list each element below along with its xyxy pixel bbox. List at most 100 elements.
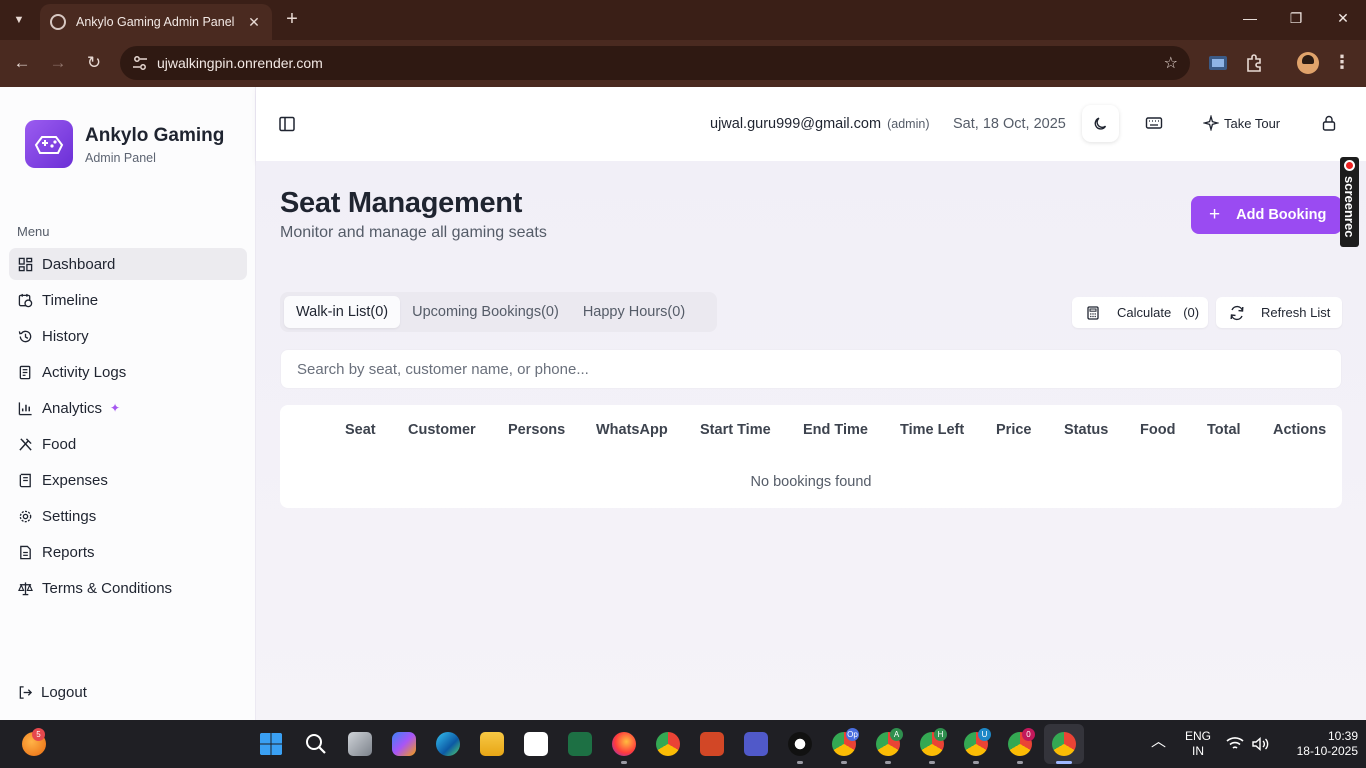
copilot-icon[interactable] [392, 732, 416, 756]
back-button[interactable]: ← [10, 52, 34, 74]
browser-tab[interactable]: Ankylo Gaming Admin Panel ✕ [40, 4, 272, 40]
column-header[interactable]: Time Left [900, 422, 964, 438]
sidebar-item-dashboard[interactable]: Dashboard [9, 248, 247, 280]
column-header[interactable]: Actions [1273, 422, 1326, 438]
running-indicator [1017, 761, 1023, 764]
grid-icon [18, 257, 33, 271]
tab-happy-hours[interactable]: Happy Hours(0) [571, 296, 697, 328]
empty-state-message: No bookings found [750, 474, 872, 490]
history-icon [18, 330, 32, 342]
sidebar-item-label: Dashboard [42, 255, 116, 273]
sidebar-item-food[interactable]: Food [9, 428, 247, 460]
column-header[interactable]: Status [1064, 422, 1108, 438]
sidebar-item-settings[interactable]: Settings [9, 500, 247, 532]
weather-badge: 5 [32, 728, 45, 741]
column-header[interactable]: Start Time [700, 422, 771, 438]
user-role: (admin) [887, 117, 930, 131]
sidebar-item-terms[interactable]: Terms & Conditions [9, 572, 247, 604]
file-explorer-icon[interactable] [480, 732, 504, 756]
sidebar-toggle-icon[interactable] [278, 115, 296, 133]
forward-button[interactable]: → [46, 52, 70, 74]
take-tour-button[interactable]: Take Tour [1203, 115, 1280, 131]
tab-close-icon[interactable]: ✕ [246, 14, 262, 31]
column-header[interactable]: WhatsApp [596, 422, 668, 438]
reload-button[interactable]: ↻ [82, 52, 106, 74]
menu-section-label: Menu [17, 224, 50, 239]
add-booking-button[interactable]: + Add Booking [1191, 196, 1342, 234]
tab-walk-in-list[interactable]: Walk-in List(0) [284, 296, 401, 328]
take-tour-label: Take Tour [1224, 115, 1281, 131]
column-header[interactable]: Food [1140, 422, 1175, 438]
logout-button[interactable]: Logout [18, 684, 87, 701]
media-extension-icon[interactable] [1207, 52, 1229, 74]
tab-upcoming-bookings[interactable]: Upcoming Bookings(0) [400, 296, 571, 328]
screenrec-widget[interactable]: screenrec [1340, 157, 1359, 247]
sidebar-item-activity-logs[interactable]: Activity Logs [9, 356, 247, 388]
teams-icon[interactable] [744, 732, 768, 756]
sidebar-item-label: History [42, 327, 89, 345]
powerpoint-icon[interactable] [700, 732, 724, 756]
lock-icon[interactable] [1320, 114, 1338, 132]
restore-button[interactable]: ❐ [1286, 10, 1306, 27]
top-header: ujwal.guru999@gmail.com (admin) Sat, 18 … [256, 87, 1366, 161]
sidebar-item-timeline[interactable]: Timeline [9, 284, 247, 316]
browser-menu-icon[interactable]: ⋮ [1333, 52, 1351, 72]
windows-start-icon[interactable] [259, 732, 283, 756]
firefox-icon[interactable] [612, 732, 636, 756]
wifi-icon[interactable] [1226, 736, 1244, 752]
brand-subtitle: Admin Panel [85, 151, 156, 165]
column-header[interactable]: End Time [803, 422, 868, 438]
close-window-button[interactable]: ✕ [1333, 10, 1353, 27]
sidebar-item-label: Food [42, 435, 77, 453]
sidebar-item-reports[interactable]: Reports [9, 536, 247, 568]
column-header[interactable]: Price [996, 422, 1031, 438]
new-tab-button[interactable]: + [282, 8, 302, 30]
wpm-app-icon[interactable] [788, 732, 812, 756]
column-header[interactable]: Seat [345, 422, 376, 438]
sidebar-item-history[interactable]: History [9, 320, 247, 352]
tab-title: Ankylo Gaming Admin Panel [76, 15, 235, 29]
column-header[interactable]: Customer [408, 422, 476, 438]
chrome-icon[interactable] [656, 732, 680, 756]
running-indicator [797, 761, 803, 764]
sidebar-item-analytics[interactable]: Analytics ✦ [9, 392, 247, 424]
show-hidden-icons-chevron-icon[interactable]: ︿ [1151, 734, 1166, 749]
theme-toggle-button[interactable] [1082, 105, 1119, 142]
scale-icon [18, 581, 33, 595]
volume-icon[interactable] [1251, 736, 1269, 752]
clock[interactable]: 10:39 18-10-2025 [1282, 729, 1358, 759]
column-header[interactable]: Total [1207, 422, 1241, 438]
profile-avatar[interactable] [1297, 52, 1319, 74]
sparkles-icon [1203, 115, 1219, 131]
sidebar-item-label: Expenses [42, 471, 108, 489]
excel-icon[interactable] [568, 732, 592, 756]
calculate-button[interactable]: Calculate (0) [1072, 297, 1208, 328]
site-settings-icon[interactable] [132, 55, 148, 71]
refresh-list-button[interactable]: Refresh List [1216, 297, 1342, 328]
column-header[interactable]: Persons [508, 422, 565, 438]
bookmark-star-icon[interactable]: ☆ [1164, 53, 1178, 73]
keyboard-shortcuts-icon[interactable] [1145, 114, 1163, 132]
page-subtitle: Monitor and manage all gaming seats [280, 224, 547, 241]
microsoft-store-icon[interactable] [524, 732, 548, 756]
main-content: Seat Management Monitor and manage all g… [256, 161, 1366, 720]
refresh-icon [1230, 305, 1244, 320]
globe-icon [50, 14, 66, 30]
minimize-button[interactable]: — [1240, 10, 1260, 26]
extensions-puzzle-icon[interactable] [1243, 52, 1265, 74]
language-indicator[interactable]: ENG IN [1182, 729, 1214, 759]
running-indicator [621, 761, 627, 764]
search-icon[interactable] [304, 732, 328, 756]
document-icon [20, 545, 31, 559]
profile-badge: Op [846, 728, 859, 741]
task-view-icon[interactable] [348, 732, 372, 756]
search-input[interactable] [281, 350, 1341, 388]
tab-search-chevron-icon[interactable]: ▼ [6, 8, 32, 32]
edge-icon[interactable] [436, 732, 460, 756]
sidebar-item-expenses[interactable]: Expenses [9, 464, 247, 496]
bookings-table: Seat Customer Persons WhatsApp Start Tim… [280, 405, 1342, 508]
search-box [280, 349, 1342, 389]
address-bar[interactable]: ujwalkingpin.onrender.com ☆ [120, 46, 1190, 80]
running-indicator [885, 761, 891, 764]
chrome-active-icon[interactable] [1052, 732, 1076, 756]
